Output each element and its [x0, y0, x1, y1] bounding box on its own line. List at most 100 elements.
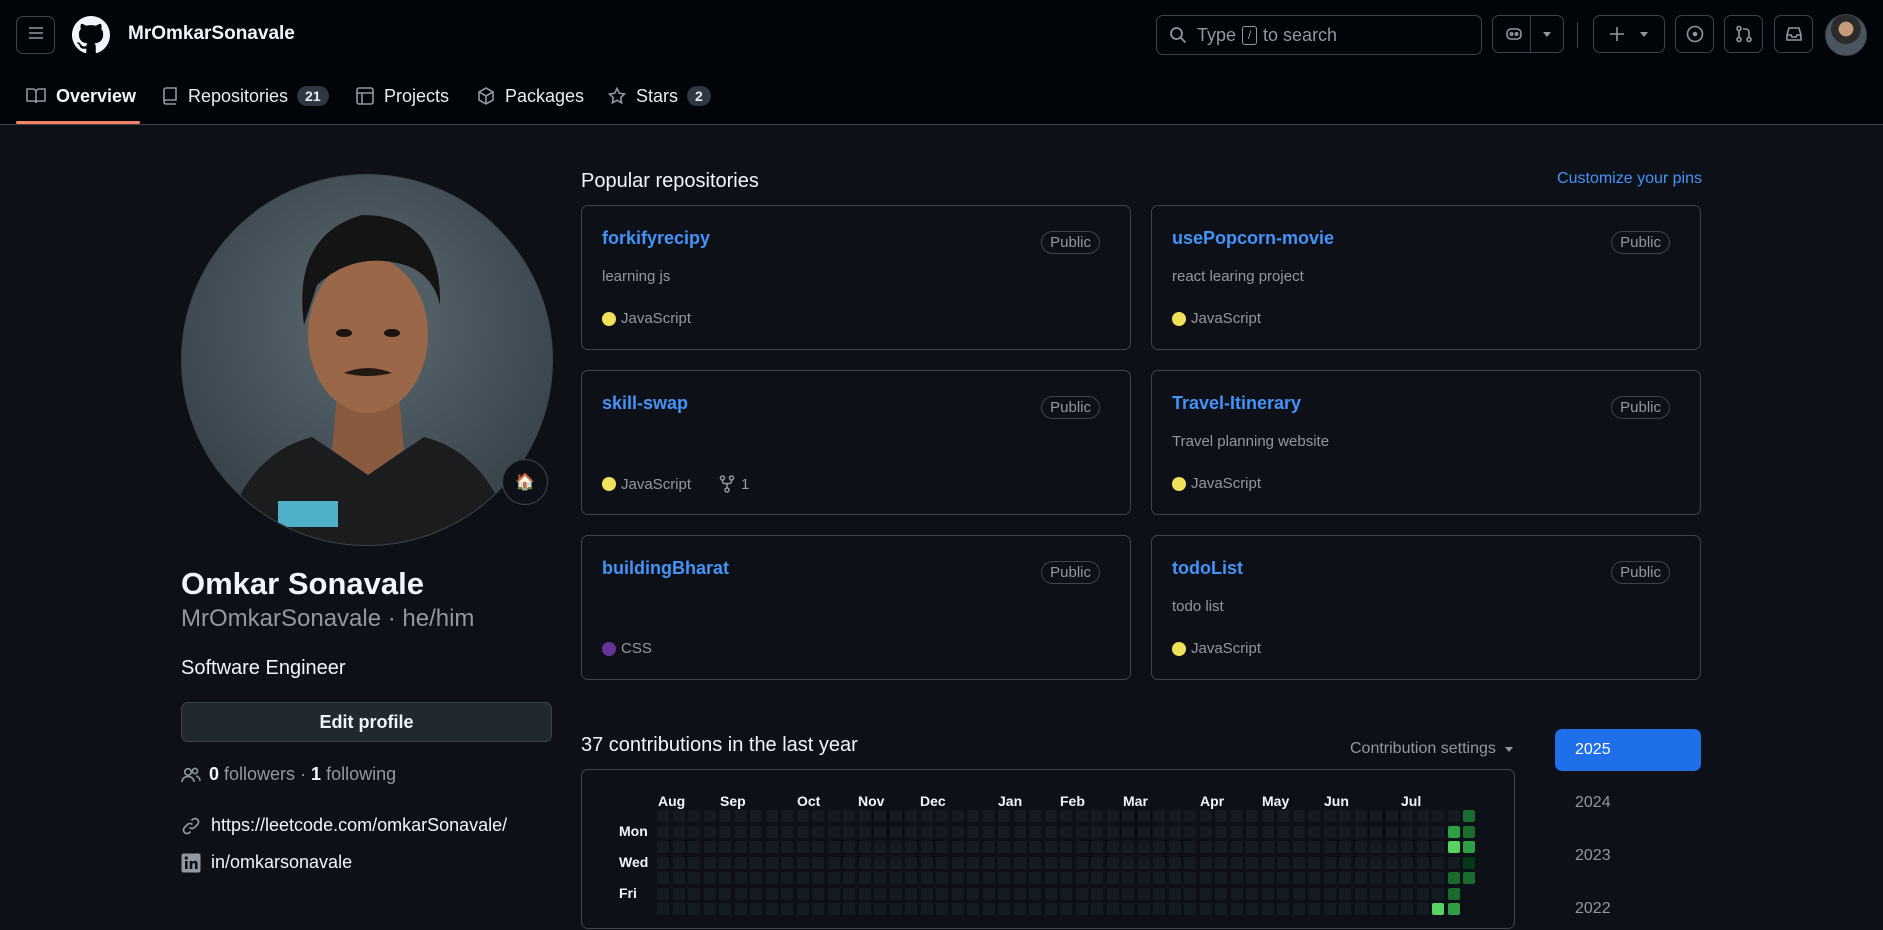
contribution-day-cell[interactable] [1168, 810, 1181, 822]
contribution-day-cell[interactable] [1029, 903, 1041, 915]
contribution-day-cell[interactable] [1246, 856, 1258, 869]
contribution-day-cell[interactable] [874, 887, 886, 900]
contribution-day-cell[interactable] [843, 825, 855, 838]
contribution-day-cell[interactable] [827, 825, 840, 838]
contribution-day-cell[interactable] [1401, 825, 1413, 838]
contribution-day-cell[interactable] [1029, 810, 1041, 822]
contribution-day-cell[interactable] [936, 825, 948, 838]
contribution-day-cell[interactable] [1122, 810, 1134, 822]
contribution-day-cell[interactable] [1168, 841, 1181, 853]
contribution-day-cell[interactable] [1044, 872, 1057, 884]
contribution-day-cell[interactable] [672, 887, 685, 900]
contribution-day-cell[interactable] [719, 872, 731, 884]
contribution-day-cell[interactable] [734, 856, 747, 869]
contribution-day-cell[interactable] [1416, 872, 1429, 884]
contribution-day-cell[interactable] [688, 887, 700, 900]
contribution-day-cell[interactable] [1137, 810, 1150, 822]
contribution-day-cell[interactable] [1044, 903, 1057, 915]
contribution-day-cell[interactable] [1277, 872, 1289, 884]
contribution-day-cell[interactable] [951, 887, 964, 900]
contribution-day-cell[interactable] [657, 903, 669, 915]
contribution-day-cell[interactable] [951, 872, 964, 884]
year-button-2025[interactable]: 2025 [1555, 729, 1701, 771]
contribution-day-cell[interactable] [1261, 903, 1274, 915]
contribution-day-cell[interactable] [1323, 825, 1336, 838]
contribution-day-cell[interactable] [796, 841, 809, 853]
contribution-day-cell[interactable] [1323, 856, 1336, 869]
contribution-day-cell[interactable] [796, 872, 809, 884]
contribution-day-cell[interactable] [1246, 887, 1258, 900]
contribution-day-cell[interactable] [1199, 872, 1212, 884]
contribution-day-cell[interactable] [719, 903, 731, 915]
contribution-day-cell[interactable] [812, 887, 824, 900]
contribution-day-cell[interactable] [734, 841, 747, 853]
contribution-day-cell[interactable] [781, 872, 793, 884]
contribution-day-cell[interactable] [1292, 903, 1305, 915]
contribution-day-cell[interactable] [858, 872, 871, 884]
contribution-day-cell[interactable] [734, 887, 747, 900]
contribution-day-cell[interactable] [1339, 841, 1351, 853]
contribution-day-cell[interactable] [827, 810, 840, 822]
contribution-day-cell[interactable] [967, 841, 979, 853]
contribution-day-cell[interactable] [1447, 841, 1460, 853]
contribution-day-cell[interactable] [920, 841, 933, 853]
contribution-day-cell[interactable] [1230, 903, 1243, 915]
contribution-day-cell[interactable] [1277, 856, 1289, 869]
contribution-day-cell[interactable] [951, 810, 964, 822]
contribution-day-cell[interactable] [1013, 903, 1026, 915]
contribution-day-cell[interactable] [1029, 841, 1041, 853]
repo-name-link[interactable]: skill-swap [602, 393, 688, 414]
contribution-day-cell[interactable] [1354, 887, 1367, 900]
contribution-day-cell[interactable] [1370, 903, 1382, 915]
contribution-day-cell[interactable] [843, 810, 855, 822]
contribution-day-cell[interactable] [719, 810, 731, 822]
contribution-day-cell[interactable] [1060, 810, 1072, 822]
contribution-day-cell[interactable] [1137, 856, 1150, 869]
contribution-day-cell[interactable] [1308, 825, 1320, 838]
contribution-day-cell[interactable] [1432, 841, 1444, 853]
year-button-2024[interactable]: 2024 [1555, 782, 1701, 824]
contribution-day-cell[interactable] [967, 810, 979, 822]
contribution-day-cell[interactable] [703, 872, 716, 884]
contribution-day-cell[interactable] [1447, 903, 1460, 915]
contribution-day-cell[interactable] [967, 903, 979, 915]
contribution-day-cell[interactable] [672, 825, 685, 838]
contribution-day-cell[interactable] [1137, 841, 1150, 853]
contribution-day-cell[interactable] [672, 903, 685, 915]
contribution-day-cell[interactable] [843, 872, 855, 884]
contribution-day-cell[interactable] [889, 903, 902, 915]
contribution-day-cell[interactable] [1339, 810, 1351, 822]
contribution-day-cell[interactable] [1246, 810, 1258, 822]
contribution-day-cell[interactable] [1029, 825, 1041, 838]
contribution-day-cell[interactable] [858, 810, 871, 822]
contribution-day-cell[interactable] [1013, 825, 1026, 838]
contribution-day-cell[interactable] [1106, 841, 1119, 853]
contribution-day-cell[interactable] [843, 903, 855, 915]
contribution-day-cell[interactable] [1153, 903, 1165, 915]
contribution-day-cell[interactable] [1246, 825, 1258, 838]
contribution-day-cell[interactable] [1106, 810, 1119, 822]
contribution-day-cell[interactable] [1137, 825, 1150, 838]
contribution-day-cell[interactable] [920, 903, 933, 915]
year-button-2022[interactable]: 2022 [1555, 888, 1701, 930]
contribution-day-cell[interactable] [1106, 903, 1119, 915]
contribution-day-cell[interactable] [1091, 810, 1103, 822]
contribution-day-cell[interactable] [1215, 810, 1227, 822]
contribution-day-cell[interactable] [920, 810, 933, 822]
contribution-day-cell[interactable] [905, 903, 917, 915]
contribution-day-cell[interactable] [1308, 856, 1320, 869]
contribution-day-cell[interactable] [765, 825, 778, 838]
contribution-day-cell[interactable] [920, 825, 933, 838]
contribution-day-cell[interactable] [781, 841, 793, 853]
contribution-day-cell[interactable] [734, 872, 747, 884]
contribution-day-cell[interactable] [812, 841, 824, 853]
contribution-day-cell[interactable] [750, 825, 762, 838]
contribution-day-cell[interactable] [858, 903, 871, 915]
contribution-day-cell[interactable] [1044, 810, 1057, 822]
contribution-day-cell[interactable] [827, 887, 840, 900]
edit-profile-button[interactable]: Edit profile [181, 702, 552, 742]
contribution-day-cell[interactable] [1323, 903, 1336, 915]
contribution-day-cell[interactable] [703, 810, 716, 822]
contribution-day-cell[interactable] [967, 825, 979, 838]
contribution-day-cell[interactable] [951, 825, 964, 838]
